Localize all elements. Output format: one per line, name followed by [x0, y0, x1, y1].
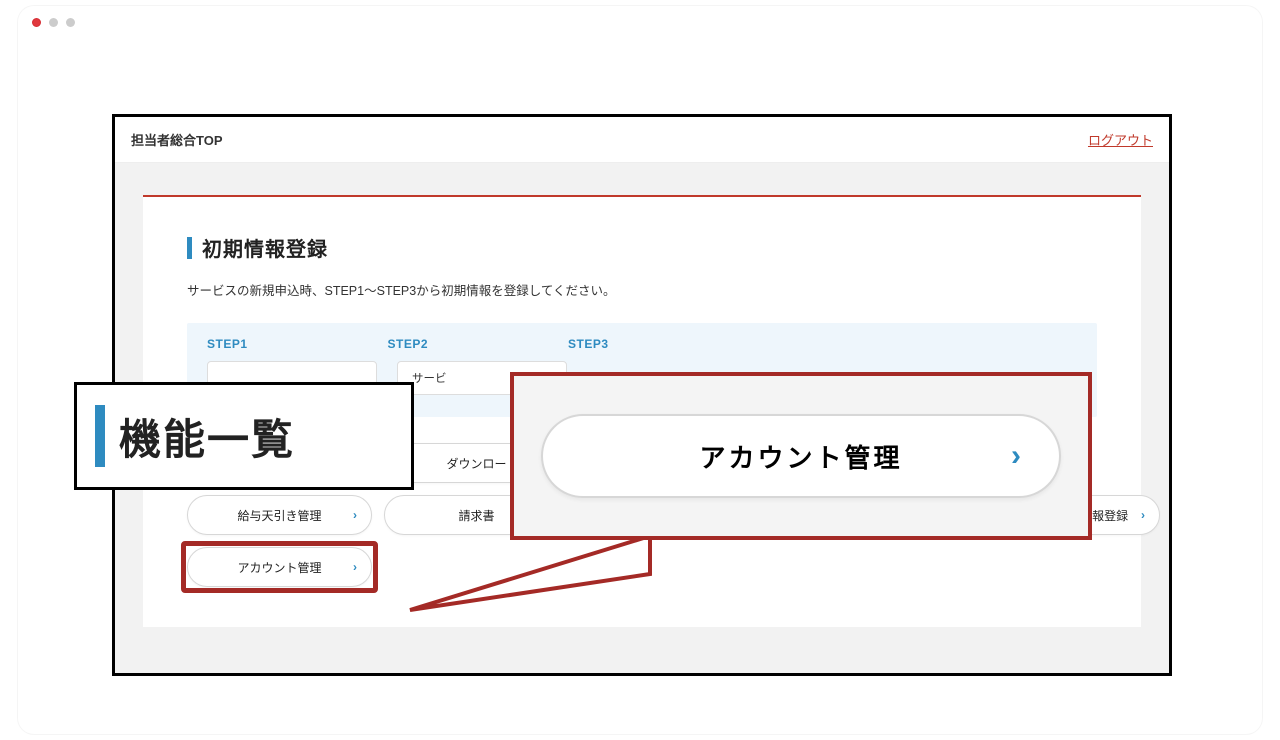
step2-label: STEP2	[388, 337, 429, 351]
chevron-right-icon: ›	[353, 508, 357, 522]
page-header: 担当者総合TOP ログアウト	[115, 117, 1169, 163]
min-dot[interactable]	[49, 18, 58, 27]
callout-features-text: 機能一覧	[119, 406, 295, 467]
window-controls	[32, 18, 75, 27]
logout-link[interactable]: ログアウト	[1088, 130, 1153, 149]
section-help: サービスの新規申込時、STEP1～STEP3から初期情報を登録してください。	[187, 280, 1097, 299]
btn-account-mgmt[interactable]: アカウント管理 ›	[187, 547, 372, 587]
chevron-right-icon: ›	[1011, 439, 1021, 473]
section-title: 初期情報登録	[187, 233, 1097, 262]
section-title-text: 初期情報登録	[202, 233, 328, 262]
btn-label: ダウンロー	[446, 455, 506, 472]
big-account-label: アカウント管理	[699, 438, 902, 475]
callout-features: 機能一覧	[74, 382, 414, 490]
big-account-button[interactable]: アカウント管理 ›	[541, 414, 1061, 498]
chevron-right-icon: ›	[353, 560, 357, 574]
max-dot[interactable]	[66, 18, 75, 27]
callout-account-mgmt: アカウント管理 ›	[510, 372, 1092, 540]
step3-label: STEP3	[568, 337, 609, 351]
btn-payroll-deduction[interactable]: 給与天引き管理 ›	[187, 495, 372, 535]
step-labels: STEP1 STEP2 STEP3	[207, 337, 1077, 351]
page-title: 担当者総合TOP	[131, 130, 223, 149]
btn-label: 請求書	[458, 507, 494, 524]
close-dot[interactable]	[32, 18, 41, 27]
title-bar-icon	[95, 405, 105, 467]
btn-label: アカウント管理	[237, 559, 321, 576]
title-bar-icon	[187, 237, 192, 259]
chevron-right-icon: ›	[1141, 508, 1145, 522]
btn-label: 給与天引き管理	[237, 507, 321, 524]
step1-label: STEP1	[207, 337, 248, 351]
